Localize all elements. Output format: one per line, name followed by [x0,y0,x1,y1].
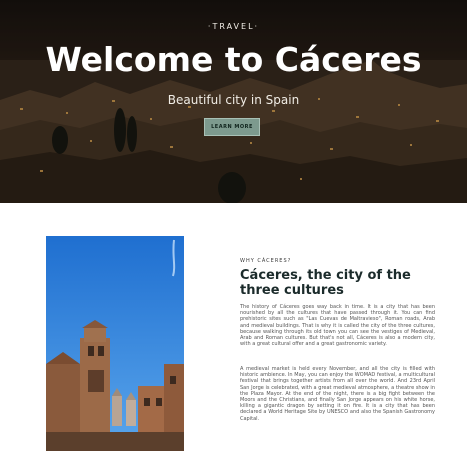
hero-title: Welcome to Cáceres [45,40,422,79]
history-paragraph: The history of Cáceres goes way back in … [240,304,435,348]
hero-eyebrow: ·TRAVEL· [207,22,260,31]
hero-subtitle: Beautiful city in Spain [167,93,300,107]
caceres-photo [46,236,184,451]
section-kicker: WHY CÁCERES? [240,258,292,264]
hero-banner: ·TRAVEL· Welcome to Cáceres Beautiful ci… [0,0,467,203]
learn-more-button[interactable]: LEARN MORE [204,118,260,136]
section-title: Cáceres, the city of the three cultures [240,268,411,298]
events-paragraph: A medieval market is held every November… [240,366,435,422]
